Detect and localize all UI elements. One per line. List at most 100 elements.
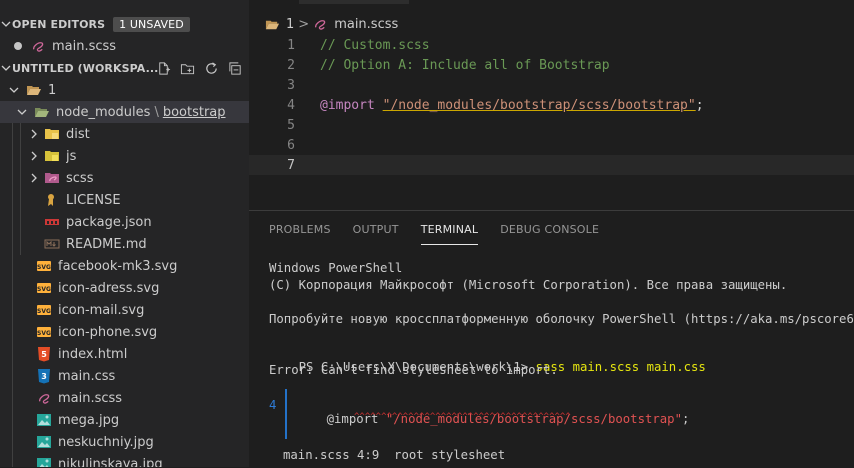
svg-icon: SVG (36, 280, 52, 296)
markdown-icon (44, 236, 60, 252)
image-icon (36, 456, 52, 467)
code-line-current[interactable]: 7 (249, 155, 854, 175)
tree-label: facebook-mk3.svg (58, 258, 178, 274)
tree-file-icon-mail-svg[interactable]: SVG icon-mail.svg (0, 299, 249, 321)
tab-terminal[interactable]: TERMINAL (420, 223, 479, 245)
folder-open-icon (265, 17, 280, 32)
svg-icon: SVG (36, 324, 52, 340)
open-editor-filename: main.scss (52, 38, 117, 54)
terminal-command: sass main.scss main.css (535, 360, 706, 374)
code-line[interactable]: 4 @import "/node_modules/bootstrap/scss/… (249, 95, 854, 115)
new-folder-icon[interactable] (179, 60, 195, 76)
panel-tabs: PROBLEMS OUTPUT TERMINAL DEBUG CONSOLE (269, 223, 599, 245)
compact-folder-separator: \ (154, 104, 159, 120)
terminal-prompt-line: PS C:\Users\X\Documents\work\1> sass mai… (269, 346, 706, 374)
npm-icon (44, 214, 60, 230)
code-editor[interactable]: 1 > main.scss 1 // Custom.scss 2 // Opti… (249, 0, 854, 210)
tree-file-mega-jpg[interactable]: mega.jpg (0, 409, 249, 431)
terminal-line: (C) Корпорация Майкрософт (Microsoft Cor… (269, 278, 788, 292)
import-keyword: @import (320, 97, 375, 113)
tree-folder-node-modules[interactable]: node_modules \ bootstrap (0, 101, 249, 123)
tab-debug-console[interactable]: DEBUG CONSOLE (500, 223, 599, 245)
svg-text:3: 3 (41, 372, 47, 381)
refresh-icon[interactable] (203, 60, 219, 76)
sass-file-icon (30, 38, 46, 54)
breadcrumb-separator: > (298, 16, 310, 32)
svg-icon: SVG (36, 258, 52, 274)
unsaved-badge: 1 UNSAVED (113, 16, 190, 32)
tree-label: icon-adress.svg (58, 280, 160, 296)
tree-file-icon-phone-svg[interactable]: SVG icon-phone.svg (0, 321, 249, 343)
breadcrumb-folder[interactable]: 1 (286, 17, 294, 32)
tree-file-neskuchniy-jpg[interactable]: neskuchniy.jpg (0, 431, 249, 453)
svg-text:5: 5 (41, 350, 47, 359)
collapse-all-icon[interactable] (227, 60, 243, 76)
line-number: 7 (287, 157, 295, 173)
line-number: 1 (287, 37, 295, 53)
semicolon: ; (695, 97, 704, 113)
tree-folder-1[interactable]: 1 (0, 79, 249, 101)
folder-open-icon (26, 82, 42, 98)
breadcrumb-file[interactable]: main.scss (334, 17, 398, 32)
error-semicolon: ; (682, 412, 690, 426)
sass-file-icon (313, 17, 328, 32)
tree-file-readme[interactable]: README.md (0, 233, 249, 255)
html-icon: 5 (36, 346, 52, 362)
code-line[interactable]: 5 (249, 115, 854, 135)
line-number: 5 (287, 117, 295, 133)
chevron-down-icon (16, 106, 28, 118)
editor-tab[interactable] (299, 0, 409, 4)
tree-label: node_modules (56, 104, 151, 120)
error-line-number: 4 (269, 398, 277, 412)
terminal-line: Windows PowerShell (269, 261, 403, 275)
tree-label: package.json (66, 214, 152, 230)
code-line[interactable]: 6 (249, 135, 854, 155)
tree-file-nikulinskaya-jpg[interactable]: nikulinskaya.jpg (0, 453, 249, 467)
open-editor-item[interactable]: main.scss (0, 35, 249, 57)
tree-folder-js[interactable]: js (0, 145, 249, 167)
tree-folder-dist[interactable]: dist (0, 123, 249, 145)
folder-dist-icon (44, 126, 60, 142)
unsaved-dot-icon[interactable] (14, 42, 22, 50)
tree-label: README.md (66, 236, 147, 252)
tree-file-main-scss[interactable]: main.scss (0, 387, 249, 409)
tree-file-main-css[interactable]: 3 main.css (0, 365, 249, 387)
tab-problems[interactable]: PROBLEMS (269, 223, 331, 245)
code-line[interactable]: 3 (249, 75, 854, 95)
chevron-down-icon (0, 62, 12, 74)
folder-js-icon (44, 148, 60, 164)
image-icon (36, 434, 52, 450)
tree-file-package-json[interactable]: package.json (0, 211, 249, 233)
terminal-line: Попробуйте новую кроссплатформенную обол… (269, 312, 854, 326)
tree-file-facebook-svg[interactable]: SVG facebook-mk3.svg (0, 255, 249, 277)
breadcrumb: 1 > main.scss (265, 14, 398, 34)
tree-label: mega.jpg (58, 412, 120, 428)
line-number: 3 (287, 77, 295, 93)
open-editors-header[interactable]: OPEN EDITORS 1 UNSAVED (0, 13, 249, 35)
tab-output[interactable]: OUTPUT (353, 223, 399, 245)
css-icon: 3 (36, 368, 52, 384)
line-number: 4 (287, 97, 295, 113)
workspace-header[interactable]: UNTITLED (WORKSPA... (0, 57, 249, 79)
tree-label: scss (66, 170, 94, 186)
chevron-down-icon (0, 18, 12, 30)
compact-folder-bootstrap[interactable]: bootstrap (163, 105, 226, 120)
chevron-right-icon (28, 150, 40, 162)
tree-label: icon-mail.svg (58, 302, 145, 318)
license-icon (44, 192, 60, 208)
folder-node-icon (34, 104, 50, 120)
code-line[interactable]: 1 // Custom.scss (249, 35, 854, 55)
terminal-trace: main.scss 4:9 root stylesheet (283, 448, 506, 462)
code-comment: // Option A: Include all of Bootstrap (320, 57, 610, 73)
tree-folder-scss[interactable]: scss (0, 167, 249, 189)
line-number: 6 (287, 137, 295, 153)
tree-file-index-html[interactable]: 5 index.html (0, 343, 249, 365)
tree-file-license[interactable]: LICENSE (0, 189, 249, 211)
import-path-string: "/node_modules/bootstrap/scss/bootstrap" (382, 97, 696, 113)
tree-file-icon-adress-svg[interactable]: SVG icon-adress.svg (0, 277, 249, 299)
code-line[interactable]: 2 // Option A: Include all of Bootstrap (249, 55, 854, 75)
tree-label: dist (66, 126, 90, 142)
svg-text:SVG: SVG (37, 264, 51, 271)
new-file-icon[interactable] (155, 60, 171, 76)
error-carets: ^^^^^^^^^^^^^^^^^^^^^^^^^^^^^^^^^^^^^^^^ (354, 412, 571, 422)
